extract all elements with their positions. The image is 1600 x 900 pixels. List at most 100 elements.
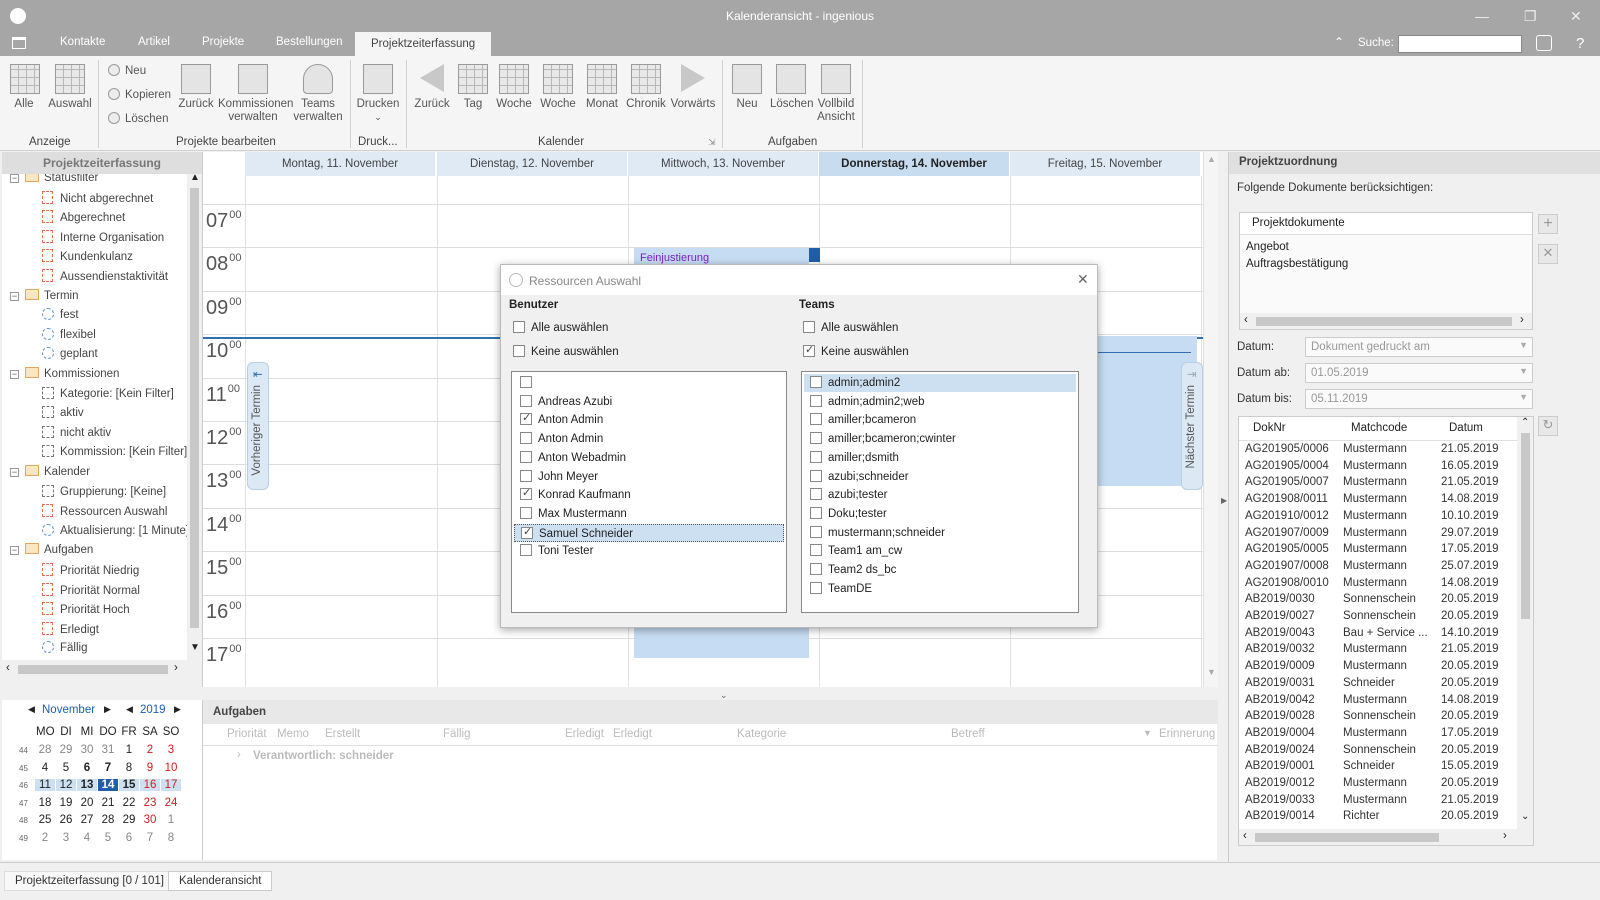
document-table-vscrollbar[interactable]: ⌃ ⌄ (1517, 417, 1533, 829)
tree-vertical-scrollbar[interactable]: ▲ ▼ (187, 172, 202, 660)
calendar-day[interactable]: 6 (119, 832, 139, 844)
teams-item[interactable]: Team1 am_cw (804, 542, 1076, 560)
checkbox[interactable] (520, 450, 532, 463)
teams-item[interactable]: azubi;tester (804, 486, 1076, 504)
scroll-left-icon[interactable]: ‹ (1243, 830, 1247, 842)
datum-select[interactable]: Dokument gedruckt am ▼ (1305, 337, 1533, 357)
calendar-day[interactable]: 5 (98, 832, 118, 844)
calendar-day[interactable]: 5 (56, 762, 76, 774)
datum-ab-field[interactable]: 01.05.2019 ▼ (1305, 363, 1533, 383)
remove-document-button[interactable]: ✕ (1538, 244, 1558, 264)
col-faellig[interactable]: Fällig (443, 728, 470, 740)
filter-icon[interactable]: ▼ (1143, 728, 1152, 738)
teams-item[interactable]: admin;admin2 (804, 374, 1076, 392)
benutzer-item[interactable]: Anton Webadmin (514, 449, 784, 467)
projekt-loeschen-button[interactable]: Löschen (108, 112, 168, 125)
tree-item[interactable]: Gruppierung: [Keine] (42, 484, 166, 498)
col-kategorie[interactable]: Kategorie (737, 728, 786, 740)
checkbox[interactable] (520, 411, 532, 426)
teams-item[interactable]: mustermann;schneider (804, 524, 1076, 542)
projekt-kopieren-button[interactable]: Kopieren (108, 88, 171, 101)
checkbox[interactable] (810, 376, 822, 388)
tab-projektzeiterfassung[interactable]: Projektzeiterfassung (355, 32, 492, 56)
tree-group[interactable]: − Aufgaben (10, 543, 93, 556)
auswahl-button[interactable]: Auswahl (48, 64, 92, 111)
table-row[interactable]: AB2019/0033 Mustermann 21.05.2019 (1239, 794, 1515, 810)
checkbox[interactable] (513, 321, 525, 333)
benutzer-item[interactable]: Toni Tester (514, 542, 784, 560)
table-row[interactable]: AB2019/0014 Richter 20.05.2019 (1239, 810, 1515, 826)
teams-item[interactable]: amiller;bcameron (804, 411, 1076, 429)
vorwaerts-button[interactable]: Vorwärts (670, 64, 716, 111)
kalender-zurueck-button[interactable]: Zurück (414, 64, 450, 111)
scroll-right-icon[interactable]: › (1520, 314, 1524, 326)
table-row[interactable]: AB2019/0030 Sonnenschein 20.05.2019 (1239, 593, 1515, 609)
scroll-thumb[interactable] (1521, 433, 1530, 619)
tree-item[interactable]: Priorität Normal (42, 582, 140, 597)
calendar-day[interactable]: 1 (161, 814, 181, 826)
teams-item[interactable]: Team2 ds_bc (804, 561, 1076, 579)
scroll-thumb[interactable] (1255, 833, 1439, 842)
checkbox[interactable] (803, 343, 815, 357)
dialog-launcher-icon[interactable]: ⇲ (708, 137, 716, 148)
documents-hscrollbar[interactable]: ‹ › (1240, 313, 1532, 329)
calendar-day[interactable]: 3 (56, 832, 76, 844)
table-row[interactable]: AB2019/0001 Schneider 15.05.2019 (1239, 760, 1515, 776)
projekt-neu-button[interactable]: Neu (108, 64, 146, 77)
next-month-icon[interactable]: ▶ (104, 704, 111, 715)
calendar-day[interactable]: 29 (56, 744, 76, 756)
scroll-down-icon[interactable]: ⌄ (1521, 811, 1529, 822)
col-erledigt[interactable]: Erledigt (565, 728, 604, 740)
app-menu-icon[interactable] (12, 37, 26, 49)
tree-item[interactable]: Priorität Niedrig (42, 563, 139, 577)
projekt-zurueck-button[interactable]: Zurück (178, 64, 214, 111)
tree-item[interactable]: Erledigt (42, 621, 99, 636)
tree-item[interactable]: Kundenkulanz (42, 249, 133, 263)
checkbox[interactable] (810, 432, 822, 445)
previous-appointment-tab[interactable]: ⇤ Vorheriger Termin (247, 362, 269, 490)
status-tab-projektzeiterfassung[interactable]: Projektzeiterfassung [0 / 101] (4, 871, 175, 891)
tab-kontakte[interactable]: Kontakte (60, 36, 105, 48)
table-row[interactable]: AG201907/0009 Mustermann 29.07.2019 (1239, 527, 1515, 543)
next-appointment-tab[interactable]: ⇥ Nächster Termin (1181, 362, 1203, 490)
checkbox[interactable] (803, 321, 815, 333)
calendar-day[interactable]: 19 (56, 797, 76, 809)
calendar-day[interactable]: 4 (77, 832, 97, 844)
year-selector[interactable]: 2019 (140, 704, 166, 716)
close-icon[interactable]: ✕ (1570, 8, 1582, 25)
calendar-day[interactable]: 24 (161, 797, 181, 809)
checkbox[interactable] (520, 486, 532, 501)
calendar-day[interactable]: 8 (119, 762, 139, 774)
calendar-day[interactable]: 20 (77, 797, 97, 809)
aufgaben-group-row[interactable]: › Verantwortlich: schneider (211, 746, 1211, 768)
table-row[interactable]: AG201907/0008 Mustermann 25.07.2019 (1239, 560, 1515, 576)
checkbox[interactable] (520, 469, 532, 482)
prev-month-icon[interactable]: ◀ (28, 704, 35, 715)
calendar-day[interactable]: 12 (56, 779, 76, 792)
tree-item[interactable]: Abgerechnet (42, 210, 125, 224)
calendar-day[interactable]: 25 (35, 814, 55, 826)
document-table-hscrollbar[interactable]: ‹ › (1239, 829, 1533, 845)
table-row[interactable]: AG201910/0012 Mustermann 10.10.2019 (1239, 510, 1515, 526)
kommissionen-verwalten-button[interactable]: Kommissionen verwalten (218, 64, 293, 124)
teams-item[interactable]: Doku;tester (804, 505, 1076, 523)
calendar-day[interactable]: 6 (77, 762, 97, 774)
table-row[interactable]: AG201905/0004 Mustermann 16.05.2019 (1239, 460, 1515, 476)
tree-group[interactable]: − Termin (10, 288, 79, 302)
alle-button[interactable]: Alle (10, 64, 40, 111)
collapse-icon[interactable]: − (10, 546, 19, 556)
drucken-button[interactable]: Drucken ⌄ (356, 64, 400, 124)
month-selector[interactable]: November (42, 704, 95, 716)
calendar-day[interactable]: 7 (140, 832, 160, 844)
benutzer-item[interactable] (514, 374, 784, 392)
checkbox[interactable] (810, 581, 822, 594)
table-row[interactable]: AG201905/0006 Mustermann 21.05.2019 (1239, 443, 1515, 459)
datum-bis-field[interactable]: 05.11.2019 ▼ (1305, 389, 1533, 409)
collapse-icon[interactable]: − (10, 174, 19, 183)
calendar-day[interactable]: 28 (35, 744, 55, 756)
tab-projekte[interactable]: Projekte (202, 36, 244, 48)
checkbox[interactable] (810, 469, 822, 482)
maximize-icon[interactable]: ❐ (1524, 8, 1537, 25)
woche5-button[interactable]: Woche (496, 64, 532, 111)
calendar-day[interactable]: 10 (161, 762, 181, 774)
